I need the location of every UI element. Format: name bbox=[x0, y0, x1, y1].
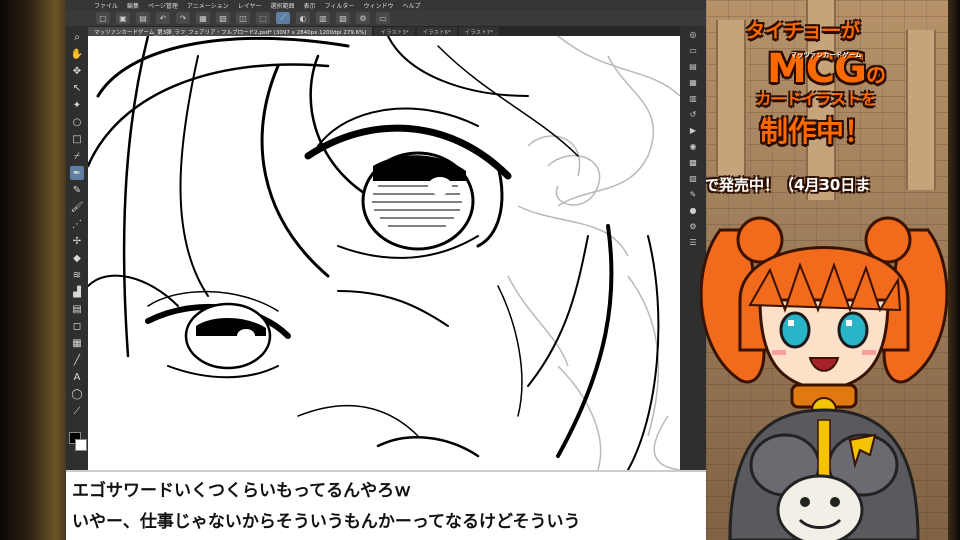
auto-action-icon[interactable]: ▶ bbox=[687, 124, 699, 136]
pixel-character-avatar bbox=[700, 216, 948, 540]
settings-icon[interactable]: ⚙ bbox=[687, 220, 699, 232]
hand-tool[interactable]: ✋ bbox=[70, 47, 84, 61]
monitor-frame-left bbox=[0, 0, 70, 540]
undo-icon[interactable]: ↶ bbox=[156, 12, 170, 24]
sub-view-icon[interactable]: ▭ bbox=[687, 44, 699, 56]
scrolling-ticker: で発売中！（4月30日ま bbox=[706, 176, 871, 194]
operation-tool[interactable]: ↖ bbox=[70, 81, 84, 95]
text-tool[interactable]: A bbox=[70, 370, 84, 384]
menu-item-5[interactable]: 選択範囲 bbox=[271, 1, 295, 10]
document-tab-1[interactable]: イラスト3* bbox=[374, 27, 415, 36]
ruler-tool[interactable]: ╱ bbox=[70, 353, 84, 367]
layer-property-icon[interactable]: ▤ bbox=[687, 60, 699, 72]
menu-bar: ファイル 編集 ページ管理 アニメーション レイヤー 選択範囲 表示 フィルター ウィンドウ ヘル… bbox=[66, 0, 706, 10]
document-tab-0[interactable]: マッツァンカードゲーム_第3弾_ラフ_フェアリア・フルブロード2.psd* (3… bbox=[88, 27, 373, 36]
open-icon[interactable]: ▣ bbox=[116, 12, 130, 24]
drawing-canvas[interactable] bbox=[88, 36, 680, 470]
tool-property-icon[interactable]: ✎ bbox=[687, 188, 699, 200]
line-art-illustration bbox=[88, 36, 680, 470]
pencil-tool[interactable]: ✎ bbox=[70, 183, 84, 197]
brush-tool[interactable]: 🖌 bbox=[70, 200, 84, 214]
headline-line-1: タイチョーが bbox=[745, 20, 860, 42]
magic-wand-tool[interactable]: ✦ bbox=[70, 98, 84, 112]
layer-icon[interactable]: ▦ bbox=[687, 76, 699, 88]
headline-mcg-suffix: の bbox=[866, 63, 886, 87]
balloon-tool[interactable]: ◯ bbox=[70, 387, 84, 401]
subtitle-box: エゴサワードいくつくらいもってるんやろｗ いやー、仕事じゃないからそういうもんか… bbox=[66, 470, 706, 540]
menu-icon[interactable]: ☰ bbox=[687, 236, 699, 248]
color-wheel-icon[interactable]: ◉ bbox=[687, 140, 699, 152]
intermediate-color-icon[interactable]: ▧ bbox=[687, 172, 699, 184]
pen-tool[interactable]: ✒ bbox=[70, 166, 84, 180]
eyedropper-tool[interactable]: ⌿ bbox=[70, 149, 84, 163]
headline-line-4: 制作中！ bbox=[759, 115, 872, 148]
menu-item-8[interactable]: ウィンドウ bbox=[363, 1, 393, 10]
color-icon[interactable]: ◐ bbox=[296, 12, 310, 24]
menu-item-2[interactable]: ページ管理 bbox=[148, 1, 178, 10]
eraser-tool[interactable]: ◆ bbox=[70, 251, 84, 265]
menu-item-3[interactable]: アニメーション bbox=[187, 1, 229, 10]
drawing-app-window: ファイル 編集 ページ管理 アニメーション レイヤー 選択範囲 表示 フィルター ウィンドウ ヘル… bbox=[66, 0, 706, 470]
headline-mcg-reading: マッツァンカードゲーム bbox=[790, 51, 862, 59]
menu-item-0[interactable]: ファイル bbox=[94, 1, 118, 10]
menu-item-9[interactable]: ヘルプ bbox=[402, 1, 420, 10]
redo-icon[interactable]: ↷ bbox=[176, 12, 190, 24]
material-icon[interactable]: ▥ bbox=[687, 92, 699, 104]
snap-icon[interactable]: ◫ bbox=[236, 12, 250, 24]
blend-tool[interactable]: ≋ bbox=[70, 268, 84, 282]
history-icon[interactable]: ↺ bbox=[687, 108, 699, 120]
window-icon[interactable]: ▭ bbox=[376, 12, 390, 24]
move-tool[interactable]: ✥ bbox=[70, 64, 84, 78]
document-tab-3[interactable]: イラスト7* bbox=[458, 27, 499, 36]
menu-item-7[interactable]: フィルター bbox=[325, 1, 355, 10]
zoom-tool[interactable]: ⌕ bbox=[70, 30, 84, 44]
headline-line-3: カードイラストを bbox=[756, 90, 876, 108]
menu-item-1[interactable]: 編集 bbox=[127, 1, 139, 10]
navigator-icon[interactable]: ◎ bbox=[687, 28, 699, 40]
settings-icon[interactable]: ⚙ bbox=[356, 12, 370, 24]
brush-icon[interactable]: ⟋ bbox=[276, 12, 290, 24]
fill-tool[interactable]: ▟ bbox=[70, 285, 84, 299]
menu-item-6[interactable]: 表示 bbox=[304, 1, 316, 10]
grid-icon[interactable]: ▦ bbox=[196, 12, 210, 24]
frame-tool[interactable]: ▦ bbox=[70, 336, 84, 350]
save-icon[interactable]: ▤ bbox=[136, 12, 150, 24]
monitor-frame-right bbox=[948, 0, 960, 540]
new-icon[interactable]: ▢ bbox=[96, 12, 110, 24]
gradient-tool[interactable]: ▤ bbox=[70, 302, 84, 316]
menu-item-4[interactable]: レイヤー bbox=[238, 1, 262, 10]
palette-icon[interactable]: ▥ bbox=[316, 12, 330, 24]
figure-tool[interactable]: ◻ bbox=[70, 319, 84, 333]
background-color-swatch[interactable] bbox=[75, 439, 87, 451]
lasso-tool[interactable]: ○ bbox=[70, 115, 84, 129]
document-tab-bar: マッツァンカードゲーム_第3弾_ラフ_フェアリア・フルブロード2.psd* (3… bbox=[88, 26, 692, 36]
tool-palette: ⌕ ✋ ✥ ↖ ✦ ○ □ ⌿ ✒ ✎ 🖌 ⋰ ✢ ◆ ≋ ▟ ▤ ◻ ▦ ╱ A ◯ ⟋ bbox=[66, 26, 88, 470]
command-bar: ▢ ▣ ▤ ↶ ↷ ▦ ▧ ◫ ⬚ ⟋ ◐ ▥ ▨ ⚙ ▭ bbox=[66, 10, 706, 26]
subtitle-line-1: エゴサワードいくつくらいもってるんやろｗ bbox=[72, 481, 412, 501]
airbrush-tool[interactable]: ⋰ bbox=[70, 217, 84, 231]
transform-icon[interactable]: ⬚ bbox=[256, 12, 270, 24]
document-tab-2[interactable]: イラスト6* bbox=[416, 27, 457, 36]
brush-size-icon[interactable]: ● bbox=[687, 204, 699, 216]
correct-line-tool[interactable]: ⟋ bbox=[70, 404, 84, 418]
subtitle-line-2: いやー、仕事じゃないからそういうもんかーってなるけどそういう bbox=[72, 512, 581, 532]
select-tool[interactable]: □ bbox=[70, 132, 84, 146]
color-set-icon[interactable]: ▩ bbox=[687, 156, 699, 168]
layer-icon[interactable]: ▨ bbox=[336, 12, 350, 24]
decoration-tool[interactable]: ✢ bbox=[70, 234, 84, 248]
color-swatches[interactable] bbox=[69, 432, 87, 451]
ruler-icon[interactable]: ▧ bbox=[216, 12, 230, 24]
